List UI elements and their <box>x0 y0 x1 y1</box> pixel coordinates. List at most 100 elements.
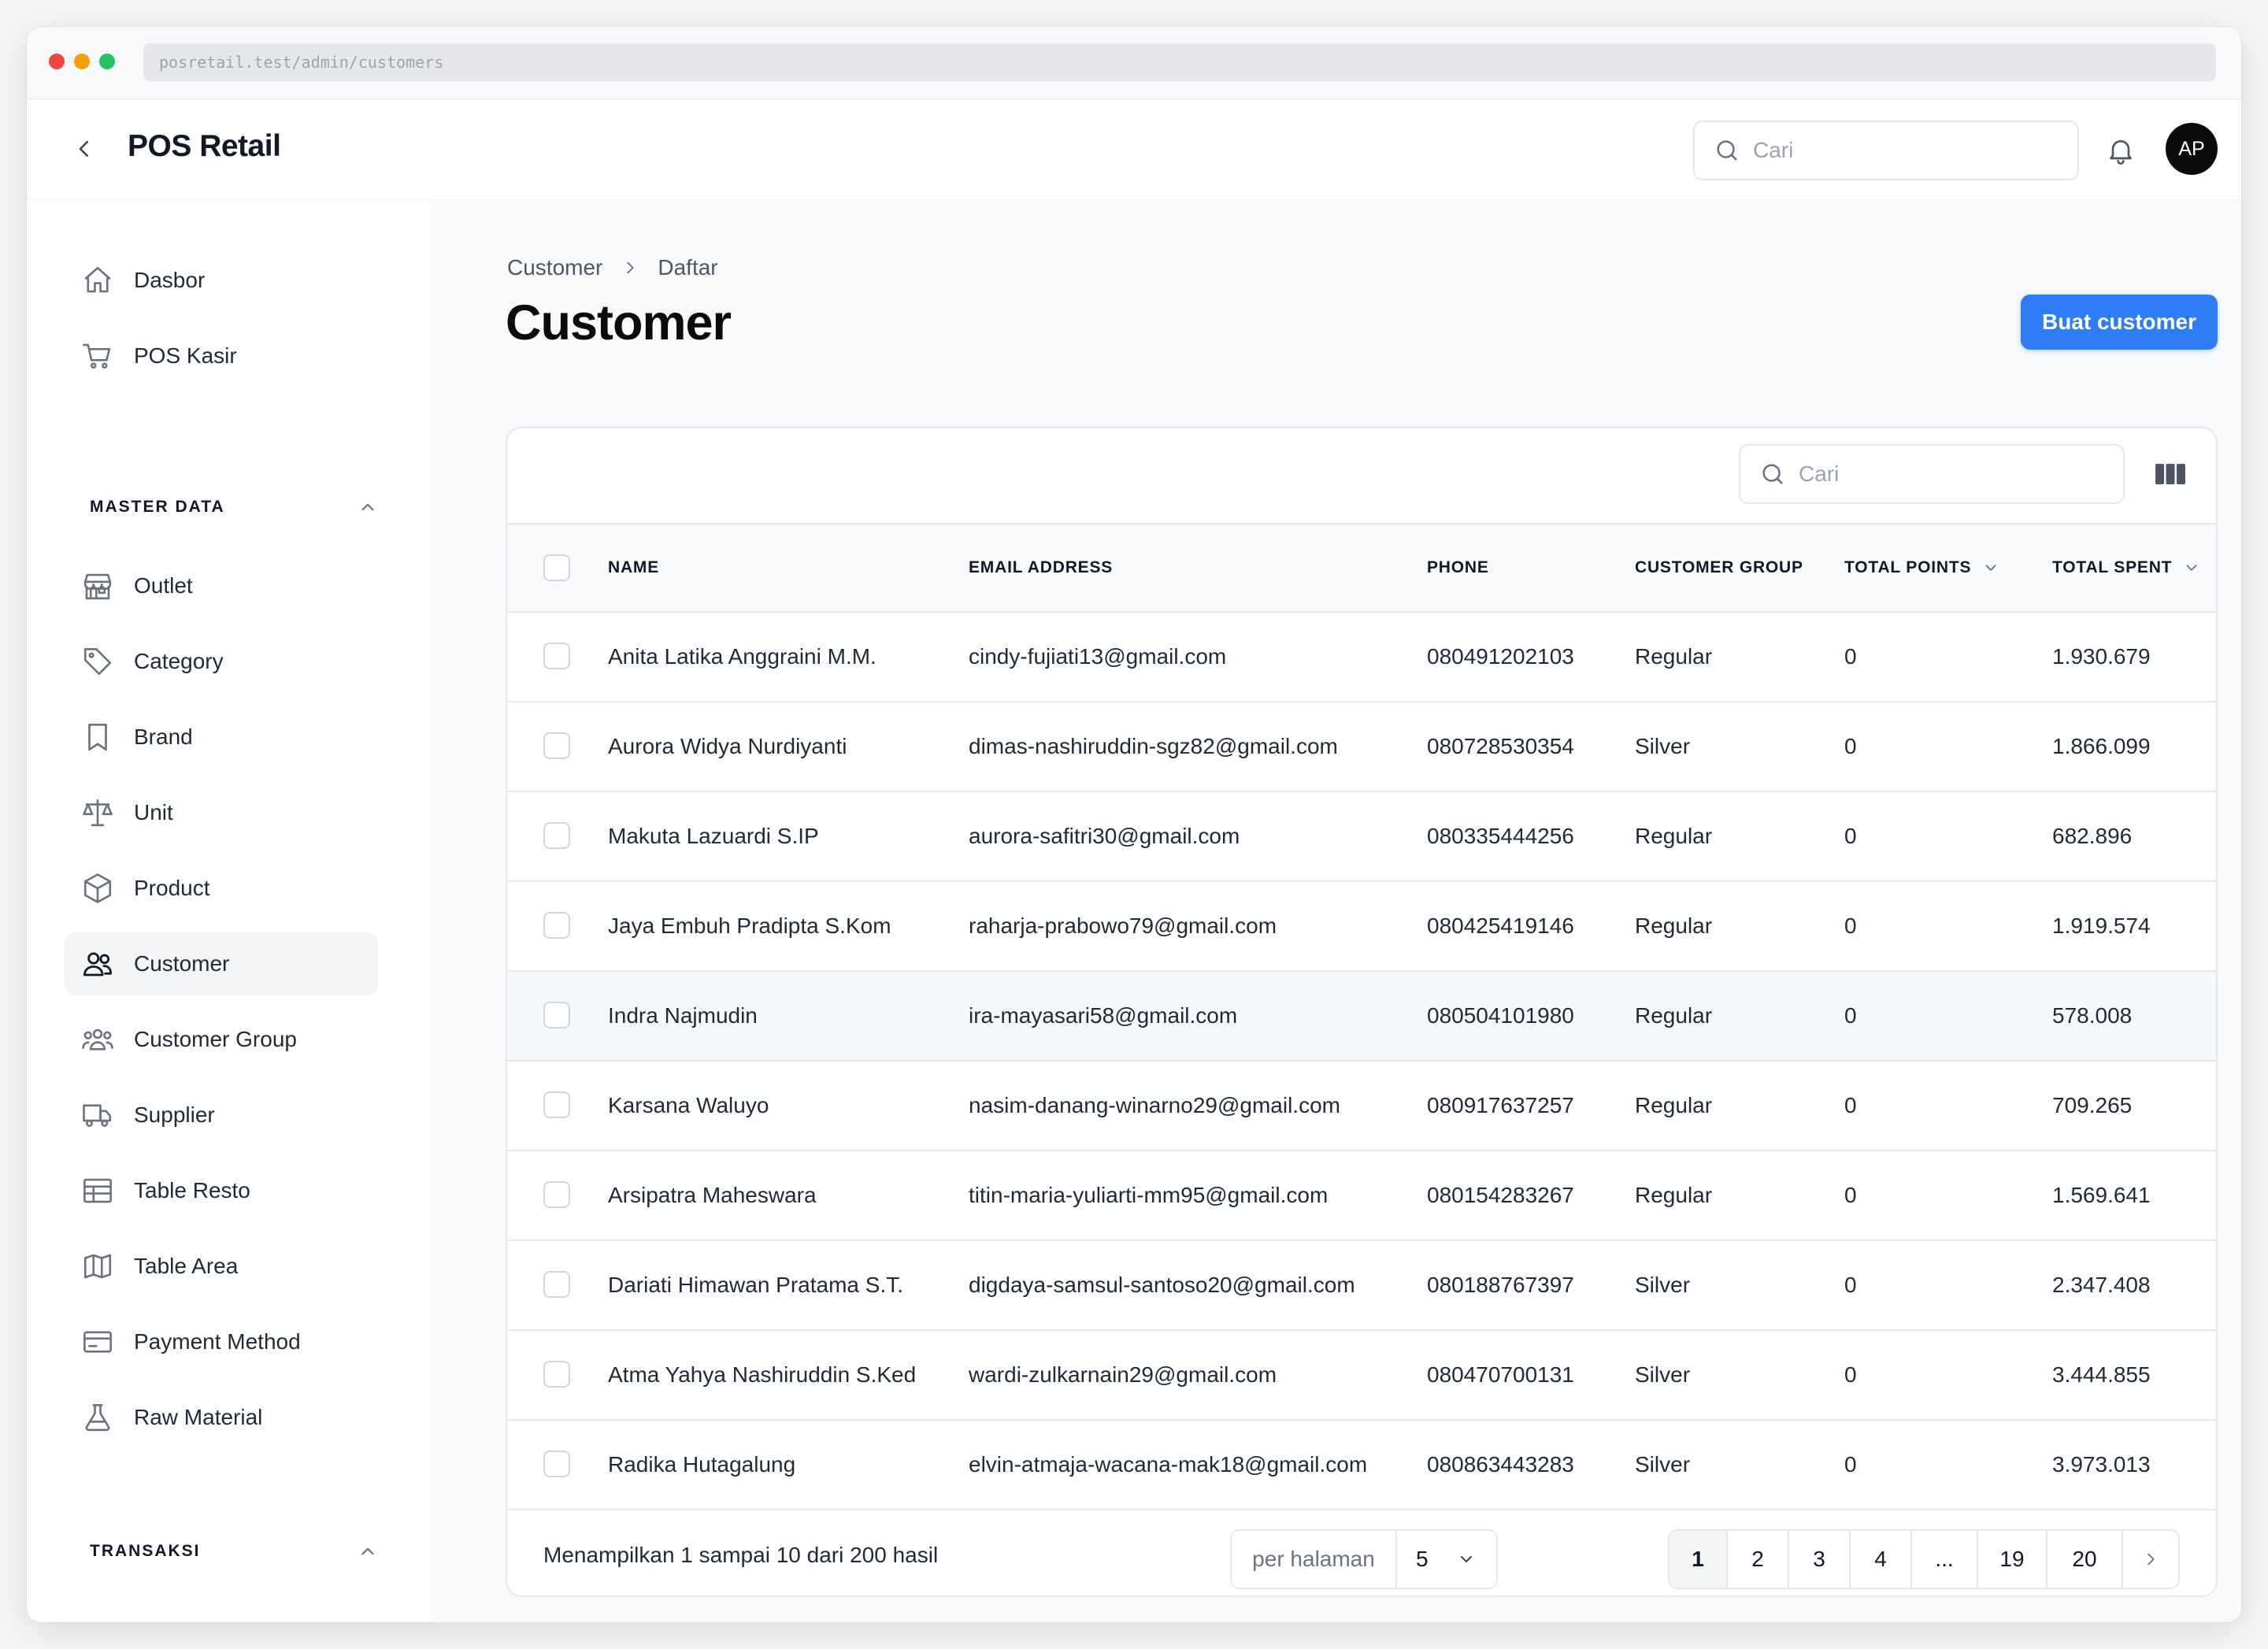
row-checkbox[interactable] <box>543 1361 570 1388</box>
table-row[interactable]: Jaya Embuh Pradipta S.Kom raharja-prabow… <box>507 882 2216 972</box>
cell-email: digdaya-samsul-santoso20@gmail.com <box>969 1273 1355 1297</box>
bell-icon[interactable] <box>2103 132 2139 169</box>
breadcrumb-customer-link[interactable]: Customer <box>507 255 602 280</box>
browser-chrome: posretail.test/admin/customers <box>27 27 2241 99</box>
per-page-value: 5 <box>1416 1547 1429 1571</box>
close-window-dot[interactable] <box>49 54 65 69</box>
minimize-window-dot[interactable] <box>74 54 90 69</box>
table-row[interactable]: Radika Hutagalung elvin-atmaja-wacana-ma… <box>507 1421 2216 1510</box>
sidebar-item-payment-method[interactable]: Payment Method <box>65 1310 378 1373</box>
page-button-19[interactable]: 19 <box>1978 1531 2048 1588</box>
page-button-1[interactable]: 1 <box>1670 1531 1728 1588</box>
create-customer-button[interactable]: Buat customer <box>2021 295 2218 350</box>
row-checkbox[interactable] <box>543 643 570 669</box>
table-search-input[interactable]: Cari <box>1739 444 2125 504</box>
column-header-label: TOTAL POINTS <box>1844 558 1972 576</box>
column-header-total-points[interactable]: TOTAL POINTS <box>1844 524 1999 611</box>
column-header-customer-group[interactable]: CUSTOMER GROUP <box>1635 524 1803 611</box>
cell-total-spent: 3.973.013 <box>2052 1452 2151 1477</box>
row-checkbox[interactable] <box>543 1451 570 1477</box>
cell-name: Atma Yahya Nashiruddin S.Ked <box>608 1362 917 1387</box>
cell-total-spent: 3.444.855 <box>2052 1362 2151 1387</box>
cell-customer-group: Regular <box>1635 1093 1713 1117</box>
sidebar-item-customer[interactable]: Customer <box>65 932 378 995</box>
app-title: POS Retail <box>128 129 281 163</box>
sidebar-item-raw-material[interactable]: Raw Material <box>65 1386 378 1449</box>
chevron-down-icon <box>1982 559 1999 576</box>
chevron-right-icon <box>2148 1553 2155 1566</box>
global-search-input[interactable]: Cari <box>1693 120 2079 180</box>
select-all-checkbox[interactable] <box>543 554 570 581</box>
breadcrumb: Customer Daftar <box>507 255 718 280</box>
sidebar-item-dasbor[interactable]: Dasbor <box>65 249 378 312</box>
credit-card-icon <box>79 1323 117 1361</box>
table-row[interactable]: Anita Latika Anggraini M.M. cindy-fujiat… <box>507 613 2216 702</box>
table-row[interactable]: Atma Yahya Nashiruddin S.Ked wardi-zulka… <box>507 1331 2216 1421</box>
cell-total-spent: 578.008 <box>2052 1003 2133 1028</box>
sidebar-item-supplier[interactable]: Supplier <box>65 1084 378 1147</box>
sidebar-item-category[interactable]: Category <box>65 630 378 693</box>
sidebar-item-label: Brand <box>134 724 193 749</box>
scale-icon <box>79 794 117 832</box>
table-row[interactable]: Aurora Widya Nurdiyanti dimas-nashiruddi… <box>507 702 2216 792</box>
sidebar-item-label: Table Area <box>134 1254 239 1278</box>
row-checkbox[interactable] <box>543 1002 570 1028</box>
page-button-2[interactable]: 2 <box>1728 1531 1789 1588</box>
row-checkbox[interactable] <box>543 912 570 939</box>
section-master-data[interactable]: MASTER DATA <box>90 491 378 523</box>
cell-total-spent: 682.896 <box>2052 824 2133 848</box>
maximize-window-dot[interactable] <box>99 54 115 69</box>
sidebar-item-label: Unit <box>134 800 173 824</box>
sidebar-item-pos-kasir[interactable]: POS Kasir <box>65 324 378 387</box>
sidebar-item-table-area[interactable]: Table Area <box>65 1235 378 1298</box>
breadcrumb-current: Daftar <box>658 255 718 280</box>
sidebar-item-brand[interactable]: Brand <box>65 706 378 769</box>
table-row[interactable]: Makuta Lazuardi S.IP aurora-safitri30@gm… <box>507 792 2216 882</box>
section-transaksi[interactable]: TRANSAKSI <box>90 1536 378 1567</box>
sidebar-item-table-resto[interactable]: Table Resto <box>65 1159 378 1222</box>
cell-email: wardi-zulkarnain29@gmail.com <box>969 1362 1277 1387</box>
table-row[interactable]: Arsipatra Maheswara titin-maria-yuliarti… <box>507 1151 2216 1241</box>
table-row[interactable]: Indra Najmudin ira-mayasari58@gmail.com … <box>507 972 2216 1062</box>
user-avatar[interactable]: AP <box>2166 123 2218 175</box>
cell-total-points: 0 <box>1844 644 1857 669</box>
global-search-placeholder: Cari <box>1753 138 1794 162</box>
page-button-3[interactable]: 3 <box>1789 1531 1851 1588</box>
page-button-20[interactable]: 20 <box>2048 1531 2123 1588</box>
address-bar[interactable]: posretail.test/admin/customers <box>143 43 2216 81</box>
cell-total-spent: 1.866.099 <box>2052 734 2151 758</box>
chevron-up-icon <box>361 503 374 511</box>
table-row[interactable]: Dariati Himawan Pratama S.T. digdaya-sam… <box>507 1241 2216 1331</box>
cell-phone: 080154283267 <box>1427 1183 1574 1207</box>
page-button-4[interactable]: 4 <box>1851 1531 1912 1588</box>
columns-toggle-icon[interactable] <box>2155 458 2186 490</box>
row-checkbox[interactable] <box>543 1271 570 1298</box>
column-header-name[interactable]: NAME <box>608 524 659 611</box>
row-checkbox[interactable] <box>543 732 570 759</box>
main-content: Customer Daftar Customer Buat customer C… <box>430 200 2241 1622</box>
row-checkbox[interactable] <box>543 822 570 849</box>
cell-name: Jaya Embuh Pradipta S.Kom <box>608 913 891 938</box>
app-header: POS Retail Cari AP <box>27 99 2241 200</box>
column-header-phone[interactable]: PHONE <box>1427 524 1489 611</box>
column-header-total-spent[interactable]: TOTAL SPENT <box>2052 524 2200 611</box>
sidebar: Dasbor POS Kasir MASTER DATA Outlet Cate… <box>27 200 430 1622</box>
cell-phone: 080470700131 <box>1427 1362 1574 1387</box>
sidebar-item-customer-group[interactable]: Customer Group <box>65 1008 378 1071</box>
sidebar-item-unit[interactable]: Unit <box>65 781 378 844</box>
sidebar-item-outlet[interactable]: Outlet <box>65 554 378 617</box>
sidebar-item-product[interactable]: Product <box>65 857 378 920</box>
row-checkbox[interactable] <box>543 1091 570 1118</box>
cell-customer-group: Regular <box>1635 824 1713 848</box>
table-row[interactable]: Karsana Waluyo nasim-danang-winarno29@gm… <box>507 1062 2216 1151</box>
next-page-button[interactable] <box>2123 1531 2178 1588</box>
sidebar-item-label: Payment Method <box>134 1329 301 1354</box>
column-header-email[interactable]: EMAIL ADDRESS <box>969 524 1113 611</box>
cell-customer-group: Silver <box>1635 1452 1691 1477</box>
cell-total-points: 0 <box>1844 913 1857 938</box>
cell-email: titin-maria-yuliarti-mm95@gmail.com <box>969 1183 1329 1207</box>
back-arrow-icon[interactable] <box>66 131 102 167</box>
per-page-select[interactable]: per halaman 5 <box>1230 1529 1498 1589</box>
row-checkbox[interactable] <box>543 1181 570 1208</box>
cell-total-points: 0 <box>1844 1003 1857 1028</box>
